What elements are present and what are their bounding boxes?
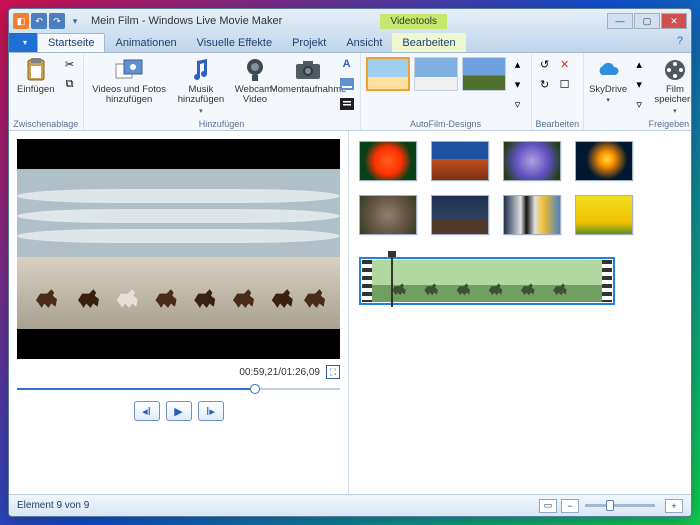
zoom-thumb[interactable] [606,500,614,511]
camera-icon [294,57,322,83]
clip-grid [359,141,681,235]
qat-redo-icon[interactable]: ↷ [49,13,65,29]
add-credits-icon[interactable] [338,95,356,113]
group-label-edit: Bearbeiten [536,118,580,130]
add-title-icon[interactable]: A [338,55,356,73]
copy-icon[interactable]: ⧉ [61,75,79,93]
titlebar: ◧ ↶ ↷ ▾ Mein Film - Windows Live Movie M… [9,9,691,33]
cut-icon[interactable]: ✂ [61,55,79,73]
clip-jellyfish[interactable] [575,141,633,181]
video-preview[interactable] [17,139,340,359]
clipboard-icon [22,57,50,83]
skydrive-button[interactable]: SkyDrive [588,55,628,108]
tab-ansicht[interactable]: Ansicht [336,33,392,52]
designs-scroll-down-icon[interactable]: ▾ [509,75,527,93]
zoom-in-button[interactable]: + [665,499,683,513]
context-tab-header: Videotools [380,14,447,29]
snapshot-button[interactable]: Momentaufnahme [281,55,336,97]
storyboard-pane[interactable] [349,131,691,494]
cloud-icon [594,57,622,83]
help-button[interactable]: ? [669,33,691,52]
media-icon [115,57,143,83]
save-movie-button[interactable]: Film speichern [650,55,692,118]
fullscreen-icon[interactable]: ⛶ [326,365,340,379]
preview-pane: 00:59,21/01:26,09 ⛶ ◂Ⅰ ▶ Ⅰ▸ [9,131,349,494]
music-note-icon [187,57,215,83]
group-designs: ▴ ▾ ▿ AutoFilm-Designs [361,53,532,130]
time-display: 00:59,21/01:26,09 [239,367,320,378]
designs-scroll-up-icon[interactable]: ▴ [509,55,527,73]
group-add: Videos und Fotos hinzufügen Musik hinzuf… [84,53,361,130]
tab-projekt[interactable]: Projekt [282,33,336,52]
view-mode-icon[interactable]: ▭ [539,499,557,513]
zoom-out-button[interactable]: − [561,499,579,513]
app-window: ◧ ↶ ↷ ▾ Mein Film - Windows Live Movie M… [8,8,692,517]
qat-undo-icon[interactable]: ↶ [31,13,47,29]
select-all-icon[interactable]: ☐ [556,75,574,93]
clip-penguins[interactable] [503,195,561,235]
zoom-slider[interactable] [585,504,655,507]
status-text: Element 9 von 9 [17,500,89,511]
time-row: 00:59,21/01:26,09 ⛶ [17,365,340,379]
tab-animationen[interactable]: Animationen [105,33,186,52]
playhead[interactable] [391,255,393,307]
window-controls: — ▢ ✕ [607,13,687,29]
minimize-button[interactable]: — [607,13,633,29]
group-edit: ↺ ↻ ✕ ☐ Bearbeiten [532,53,585,130]
statusbar: Element 9 von 9 ▭ − + [9,494,691,516]
window-title: Mein Film - Windows Live Movie Maker [91,15,282,27]
qat-dropdown-icon[interactable]: ▾ [67,13,83,29]
clip-koala[interactable] [359,195,417,235]
group-label-share: Freigeben [588,118,692,130]
clip-desert[interactable] [431,141,489,181]
seek-thumb[interactable] [250,384,260,394]
design-3[interactable] [462,57,506,91]
tab-bearbeiten[interactable]: Bearbeiten [392,33,465,52]
clip-lighthouse[interactable] [431,195,489,235]
ribbon: Einfügen ✂ ⧉ Zwischenablage Videos und F… [9,53,691,131]
file-menu[interactable] [9,33,37,52]
ribbon-tabs: Startseite Animationen Visuelle Effekte … [9,33,691,53]
group-label-designs: AutoFilm-Designs [365,118,527,130]
clip-flower[interactable] [359,141,417,181]
designs-expand-icon[interactable]: ▿ [509,95,527,113]
maximize-button[interactable]: ▢ [634,13,660,29]
qat-app-icon[interactable]: ◧ [13,13,29,29]
add-caption-icon[interactable] [338,75,356,93]
tab-visuelle-effekte[interactable]: Visuelle Effekte [187,33,282,52]
content-area: 00:59,21/01:26,09 ⛶ ◂Ⅰ ▶ Ⅰ▸ [9,131,691,494]
quick-access-toolbar: ◧ ↶ ↷ ▾ [13,13,83,29]
group-label-add: Hinzufügen [88,118,356,130]
webcam-icon [241,57,269,83]
webcam-button[interactable]: Webcam-Video [231,55,279,108]
play-button[interactable]: ▶ [166,401,192,421]
seek-bar[interactable] [17,383,340,395]
rotate-right-icon[interactable]: ↻ [536,75,554,93]
prev-frame-button[interactable]: ◂Ⅰ [134,401,160,421]
share-scroll-up-icon[interactable]: ▴ [630,55,648,73]
group-clipboard: Einfügen ✂ ⧉ Zwischenablage [9,53,84,130]
share-scroll-down-icon[interactable]: ▾ [630,75,648,93]
video-frame [17,169,340,329]
clip-hydrangea[interactable] [503,141,561,181]
next-frame-button[interactable]: Ⅰ▸ [198,401,224,421]
tab-startseite[interactable]: Startseite [37,33,105,52]
group-share: SkyDrive ▴ ▾ ▿ Film speichern Dominik Ha… [584,53,692,130]
playback-controls: ◂Ⅰ ▶ Ⅰ▸ [17,401,340,421]
design-2[interactable] [414,57,458,91]
delete-icon[interactable]: ✕ [556,55,574,73]
design-1[interactable] [366,57,410,91]
rotate-left-icon[interactable]: ↺ [536,55,554,73]
group-label-clipboard: Zwischenablage [13,118,79,130]
paste-button[interactable]: Einfügen [13,55,59,97]
add-music-button[interactable]: Musik hinzufügen [173,55,230,118]
share-expand-icon[interactable]: ▿ [630,95,648,113]
filmreel-icon [661,57,689,83]
filmstrip-clip[interactable] [359,257,615,305]
clip-tulips[interactable] [575,195,633,235]
add-videos-photos-button[interactable]: Videos und Fotos hinzufügen [88,55,171,108]
close-button[interactable]: ✕ [661,13,687,29]
